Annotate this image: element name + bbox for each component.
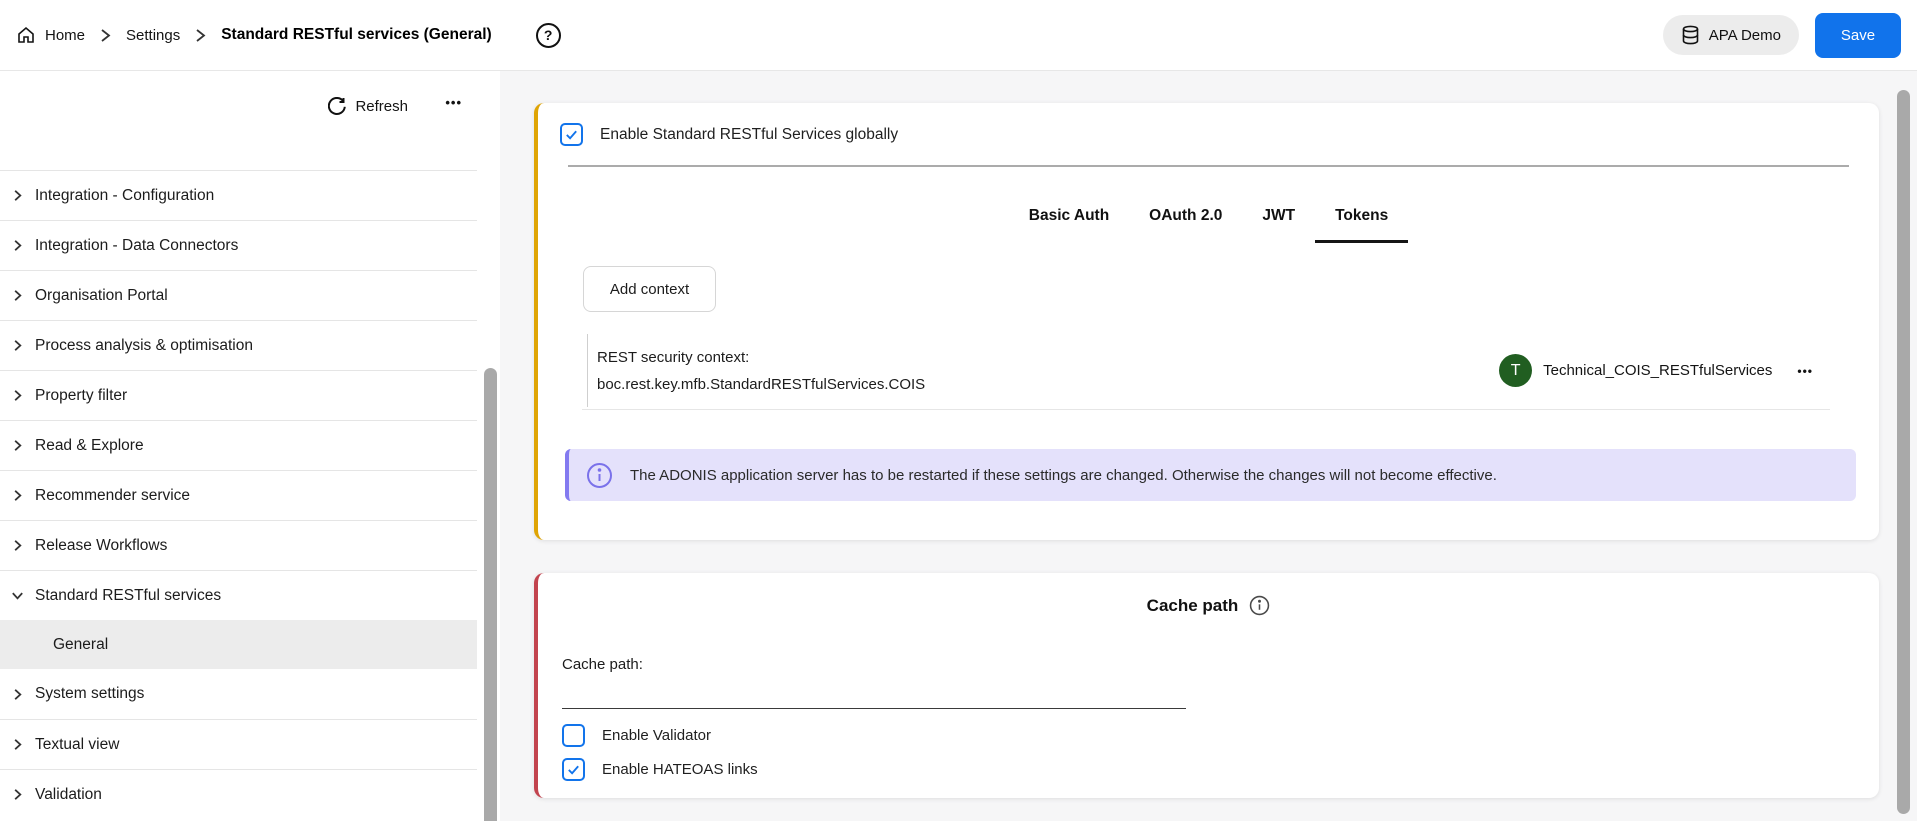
chevron-right-icon: [10, 388, 25, 403]
context-label: REST security context:: [597, 344, 925, 371]
add-context-button[interactable]: Add context: [583, 266, 716, 312]
database-icon: [1681, 25, 1700, 45]
checkbox-row-enable-validator: Enable Validator: [562, 723, 758, 747]
chevron-right-icon: [10, 288, 25, 303]
restart-info-banner: The ADONIS application server has to be …: [565, 449, 1856, 501]
sidebar-item-process-analysis-optimisation[interactable]: Process analysis & optimisation: [0, 320, 477, 370]
enable-hateoas-links-checkbox[interactable]: [562, 758, 585, 781]
refresh-label: Refresh: [355, 98, 408, 115]
tab-tokens[interactable]: Tokens: [1315, 199, 1408, 243]
apa-demo-button[interactable]: APA Demo: [1663, 15, 1799, 55]
sidebar-item-read-explore[interactable]: Read & Explore: [0, 420, 477, 470]
rest-services-card: Enable Standard RESTful Services globall…: [534, 103, 1879, 540]
sidebar-item-label: Organisation Portal: [35, 287, 168, 305]
chevron-right-icon: [10, 488, 25, 503]
chevron-right-icon: [194, 28, 207, 43]
check-icon: [566, 762, 581, 777]
check-icon: [564, 127, 579, 142]
chevron-right-icon: [10, 238, 25, 253]
sidebar-items: Integration - Configuration Integration -…: [0, 170, 477, 819]
sidebar-item-label: Process analysis & optimisation: [35, 337, 253, 355]
context-value: boc.rest.key.mfb.StandardRESTfulServices…: [597, 371, 925, 398]
sidebar-item-release-workflows[interactable]: Release Workflows: [0, 520, 477, 570]
context-more-button[interactable]: •••: [1797, 364, 1813, 378]
chevron-right-icon: [10, 538, 25, 553]
chevron-right-icon: [99, 28, 112, 43]
cache-checkboxes: Enable Validator Enable HATEOAS links: [562, 723, 758, 781]
sidebar-item-label: Standard RESTful services: [35, 587, 221, 605]
tab-oauth-2-0[interactable]: OAuth 2.0: [1129, 199, 1242, 243]
refresh-button[interactable]: Refresh: [328, 97, 408, 115]
settings-content: Enable Standard RESTful Services globall…: [500, 71, 1917, 821]
sidebar-subitem-label: General: [53, 636, 108, 654]
top-bar: Home Settings Standard RESTful services …: [0, 0, 1917, 71]
breadcrumb-settings[interactable]: Settings: [126, 27, 180, 44]
restart-info-text: The ADONIS application server has to be …: [630, 467, 1497, 484]
checkbox-row-enable-hateoas-links: Enable HATEOAS links: [562, 757, 758, 781]
cache-card-title: Cache path: [1147, 596, 1239, 616]
breadcrumb-home[interactable]: Home: [16, 25, 85, 45]
checkbox-label: Enable HATEOAS links: [602, 761, 758, 778]
avatar: T: [1499, 354, 1532, 387]
sidebar-item-property-filter[interactable]: Property filter: [0, 370, 477, 420]
apa-demo-label: APA Demo: [1709, 27, 1781, 44]
chevron-right-icon: [10, 188, 25, 203]
tab-jwt[interactable]: JWT: [1242, 199, 1315, 243]
sidebar-subitem-general[interactable]: General: [0, 620, 477, 669]
breadcrumb: Home Settings Standard RESTful services …: [16, 25, 492, 45]
page-title: Standard RESTful services (General): [221, 26, 491, 44]
sidebar-item-recommender-service[interactable]: Recommender service: [0, 470, 477, 520]
sidebar-item-organisation-portal[interactable]: Organisation Portal: [0, 270, 477, 320]
sidebar-item-system-settings[interactable]: System settings: [0, 669, 477, 719]
chevron-right-icon: [10, 737, 25, 752]
enable-global-label: Enable Standard RESTful Services globall…: [600, 126, 898, 144]
cache-path-card: Cache path Cache path: Enable ValidatorE…: [534, 573, 1879, 798]
chevron-right-icon: [10, 787, 25, 802]
sidebar-item-label: Recommender service: [35, 487, 190, 505]
info-icon[interactable]: [1249, 595, 1270, 616]
sidebar-item-label: Read & Explore: [35, 437, 144, 455]
sidebar-item-label: Integration - Configuration: [35, 187, 214, 205]
settings-sidebar: Refresh ••• Integration - ConfigurationI…: [0, 71, 500, 821]
enable-global-checkbox[interactable]: [560, 123, 583, 146]
sidebar-scrollbar[interactable]: [484, 368, 497, 821]
enable-validator-checkbox[interactable]: [562, 724, 585, 747]
account-name: Technical_COIS_RESTfulServices: [1543, 362, 1772, 379]
sidebar-item-integration-data-connectors[interactable]: Integration - Data Connectors: [0, 220, 477, 270]
refresh-icon: [328, 97, 346, 115]
tab-basic-auth[interactable]: Basic Auth: [1009, 199, 1129, 243]
enable-global-row: Enable Standard RESTful Services globall…: [560, 123, 898, 146]
context-row: REST security context: boc.rest.key.mfb.…: [587, 334, 1813, 407]
home-icon: [16, 25, 36, 45]
breadcrumb-home-label: Home: [45, 27, 85, 44]
sidebar-item-label: Textual view: [35, 736, 119, 754]
sidebar-item-textual-view[interactable]: Textual view: [0, 719, 477, 769]
sidebar-item-validation[interactable]: Validation: [0, 769, 477, 819]
cache-title-row: Cache path: [538, 595, 1879, 616]
sidebar-item-label: System settings: [35, 685, 144, 703]
cache-path-label: Cache path:: [562, 656, 643, 673]
sidebar-item-standard-restful-services[interactable]: Standard RESTful services: [0, 570, 477, 620]
help-icon[interactable]: ?: [536, 23, 561, 48]
chevron-right-icon: [10, 338, 25, 353]
sidebar-item-integration-configuration[interactable]: Integration - Configuration: [0, 170, 477, 220]
card-divider: [568, 165, 1849, 167]
chevron-right-icon: [10, 687, 25, 702]
row-divider: [582, 409, 1830, 410]
auth-tabs: Basic AuthOAuth 2.0JWTTokens: [538, 199, 1879, 243]
chevron-right-icon: [10, 438, 25, 453]
sidebar-item-label: Integration - Data Connectors: [35, 237, 238, 255]
save-button[interactable]: Save: [1815, 13, 1901, 58]
cache-path-input[interactable]: [562, 681, 1186, 709]
sidebar-item-label: Release Workflows: [35, 537, 167, 555]
breadcrumb-settings-label: Settings: [126, 27, 180, 44]
more-options-button[interactable]: •••: [445, 95, 462, 110]
main-scrollbar[interactable]: [1897, 90, 1910, 814]
chevron-down-icon: [10, 588, 25, 603]
info-icon: [586, 462, 613, 489]
sidebar-item-label: Validation: [35, 786, 102, 804]
sidebar-item-label: Property filter: [35, 387, 127, 405]
checkbox-label: Enable Validator: [602, 727, 711, 744]
